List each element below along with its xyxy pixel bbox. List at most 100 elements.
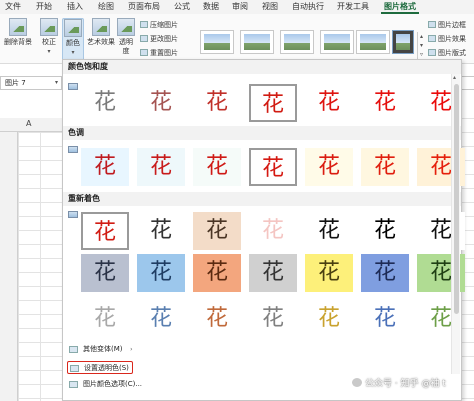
tab-page-layout[interactable]: 页面布局 bbox=[124, 2, 164, 14]
saturation-option-4[interactable]: 花 bbox=[249, 84, 297, 122]
tab-review[interactable]: 审阅 bbox=[228, 2, 252, 14]
remove-background-label: 删除背景 bbox=[4, 38, 32, 46]
recolor-row3-option-5[interactable]: 花 bbox=[305, 300, 353, 338]
picture-style-5[interactable] bbox=[356, 30, 390, 54]
panel-scrollbar[interactable]: ▴ bbox=[451, 74, 460, 374]
tab-data[interactable]: 数据 bbox=[199, 2, 223, 14]
recolor-row1-option-2[interactable]: 花 bbox=[137, 212, 185, 250]
corrections-label: 校正 bbox=[42, 38, 56, 46]
remove-background-icon bbox=[9, 18, 27, 36]
section-recolor-header: 重新着色 bbox=[63, 192, 461, 206]
reset-picture-icon bbox=[140, 49, 148, 56]
transparency-label-line2: 度 bbox=[122, 47, 130, 55]
chevron-down-icon: ▾ bbox=[54, 79, 58, 86]
tone-option-1[interactable]: 花 bbox=[81, 148, 129, 186]
tab-automate[interactable]: 自动执行 bbox=[288, 2, 328, 14]
recolor-row2-option-5[interactable]: 花 bbox=[305, 254, 353, 292]
saturation-option-5[interactable]: 花 bbox=[305, 84, 353, 122]
tab-developer[interactable]: 开发工具 bbox=[333, 2, 373, 14]
tone-section-icon bbox=[68, 146, 78, 153]
row-headers bbox=[0, 118, 18, 401]
watermark: 公众号 · 知乎 @袖 t bbox=[352, 376, 446, 389]
transparency-button[interactable]: 透明 度 bbox=[117, 18, 135, 56]
picture-effects-button[interactable]: 图片效果 bbox=[428, 34, 466, 44]
styles-scroll[interactable]: ▴ ▾ ▿ bbox=[417, 32, 425, 60]
recolor-row3-option-2[interactable]: 花 bbox=[137, 300, 185, 338]
compress-pictures-button[interactable]: 压缩图片 bbox=[140, 20, 178, 30]
section-saturation-header: 颜色饱和度 bbox=[63, 60, 461, 74]
picture-layout-button[interactable]: 图片版式 bbox=[428, 48, 466, 58]
picture-style-2[interactable] bbox=[240, 30, 274, 54]
tab-home[interactable]: 开始 bbox=[32, 2, 56, 14]
tab-insert[interactable]: 插入 bbox=[63, 2, 87, 14]
recolor-row3-option-4[interactable]: 花 bbox=[249, 300, 297, 338]
tone-option-6[interactable]: 花 bbox=[361, 148, 409, 186]
picture-border-button[interactable]: 图片边框 bbox=[428, 20, 466, 30]
chevron-down-icon: ▾ bbox=[47, 48, 51, 55]
tone-option-4[interactable]: 花 bbox=[249, 148, 297, 186]
recolor-row2-option-2[interactable]: 花 bbox=[137, 254, 185, 292]
picture-style-3[interactable] bbox=[280, 30, 314, 54]
picture-color-options-menu-item[interactable]: 图片颜色选项(C)... bbox=[67, 378, 142, 391]
recolor-row3-option-1[interactable]: 花 bbox=[81, 300, 129, 338]
tab-view[interactable]: 视图 bbox=[258, 2, 282, 14]
saturation-section-icon bbox=[68, 83, 78, 90]
chevron-down-icon: ▾ bbox=[71, 49, 75, 56]
change-picture-icon bbox=[140, 35, 148, 42]
recolor-row3-option-3[interactable]: 花 bbox=[193, 300, 241, 338]
transparency-icon bbox=[117, 18, 135, 36]
recolor-row1-option-1[interactable]: 花 bbox=[81, 212, 129, 250]
artistic-effects-icon bbox=[92, 18, 110, 36]
saturation-option-1[interactable]: 花 bbox=[81, 84, 129, 122]
tone-option-3[interactable]: 花 bbox=[193, 148, 241, 186]
saturation-option-3[interactable]: 花 bbox=[193, 84, 241, 122]
remove-background-button[interactable]: 删除背景 bbox=[2, 18, 34, 47]
color-icon bbox=[64, 19, 82, 37]
corrections-button[interactable]: 校正 ▾ bbox=[38, 18, 60, 56]
ribbon: 删除背景 校正 ▾ 颜色 ▾ 艺术效果 透明 度 压缩图片 更改图片 重置图片 … bbox=[0, 14, 474, 64]
watermark-logo-icon bbox=[352, 378, 362, 387]
color-dropdown-panel: 颜色饱和度 花花花花花花花 色调 花花花花花花花 重新着色 花花花花花花花 花花… bbox=[62, 59, 465, 401]
tab-file[interactable]: 文件 bbox=[2, 2, 24, 14]
recolor-row1-option-4[interactable]: 花 bbox=[249, 212, 297, 250]
layout-icon bbox=[428, 49, 436, 56]
more-variations-menu-item[interactable]: 其他变体(M) › bbox=[67, 343, 133, 356]
ribbon-tab-bar: 文件 开始 插入 绘图 页面布局 公式 数据 审阅 视图 自动执行 开发工具 图… bbox=[0, 0, 474, 14]
tab-draw[interactable]: 绘图 bbox=[94, 2, 118, 14]
border-icon bbox=[428, 21, 436, 28]
corrections-icon bbox=[40, 18, 58, 36]
saturation-option-6[interactable]: 花 bbox=[361, 84, 409, 122]
recolor-row3-option-6[interactable]: 花 bbox=[361, 300, 409, 338]
tab-picture-format[interactable]: 图片格式 bbox=[379, 2, 421, 14]
recolor-section-icon bbox=[68, 211, 78, 218]
picture-style-1[interactable] bbox=[200, 30, 234, 54]
scrollbar-thumb[interactable] bbox=[454, 84, 459, 314]
color-label: 颜色 bbox=[66, 39, 80, 47]
picture-style-6[interactable] bbox=[392, 30, 414, 54]
recolor-row1-option-5[interactable]: 花 bbox=[305, 212, 353, 250]
recolor-row1-option-6[interactable]: 花 bbox=[361, 212, 409, 250]
name-box-value: 图片 7 bbox=[5, 79, 26, 87]
recolor-row2-option-3[interactable]: 花 bbox=[193, 254, 241, 292]
name-box[interactable]: 图片 7 ▾ bbox=[0, 76, 62, 90]
recolor-row2-option-6[interactable]: 花 bbox=[361, 254, 409, 292]
recolor-row1-option-3[interactable]: 花 bbox=[193, 212, 241, 250]
eyedropper-icon bbox=[70, 365, 79, 372]
picture-style-4[interactable] bbox=[320, 30, 354, 54]
recolor-row2-option-4[interactable]: 花 bbox=[249, 254, 297, 292]
change-picture-button[interactable]: 更改图片 bbox=[140, 34, 178, 44]
color-button[interactable]: 颜色 ▾ bbox=[62, 18, 84, 62]
tone-option-2[interactable]: 花 bbox=[137, 148, 185, 186]
saturation-option-2[interactable]: 花 bbox=[137, 84, 185, 122]
tab-formulas[interactable]: 公式 bbox=[170, 2, 194, 14]
column-a-header[interactable]: A bbox=[26, 119, 31, 128]
effects-icon bbox=[428, 35, 436, 42]
color-options-icon bbox=[69, 381, 78, 388]
chevron-up-icon: ▴ bbox=[453, 74, 457, 81]
set-transparent-color-menu-item[interactable]: 设置透明色(S) bbox=[67, 361, 133, 374]
reset-picture-button[interactable]: 重置图片 bbox=[140, 48, 178, 58]
artistic-effects-button[interactable]: 艺术效果 bbox=[86, 18, 116, 47]
artistic-effects-label: 艺术效果 bbox=[87, 38, 115, 46]
tone-option-5[interactable]: 花 bbox=[305, 148, 353, 186]
recolor-row2-option-1[interactable]: 花 bbox=[81, 254, 129, 292]
